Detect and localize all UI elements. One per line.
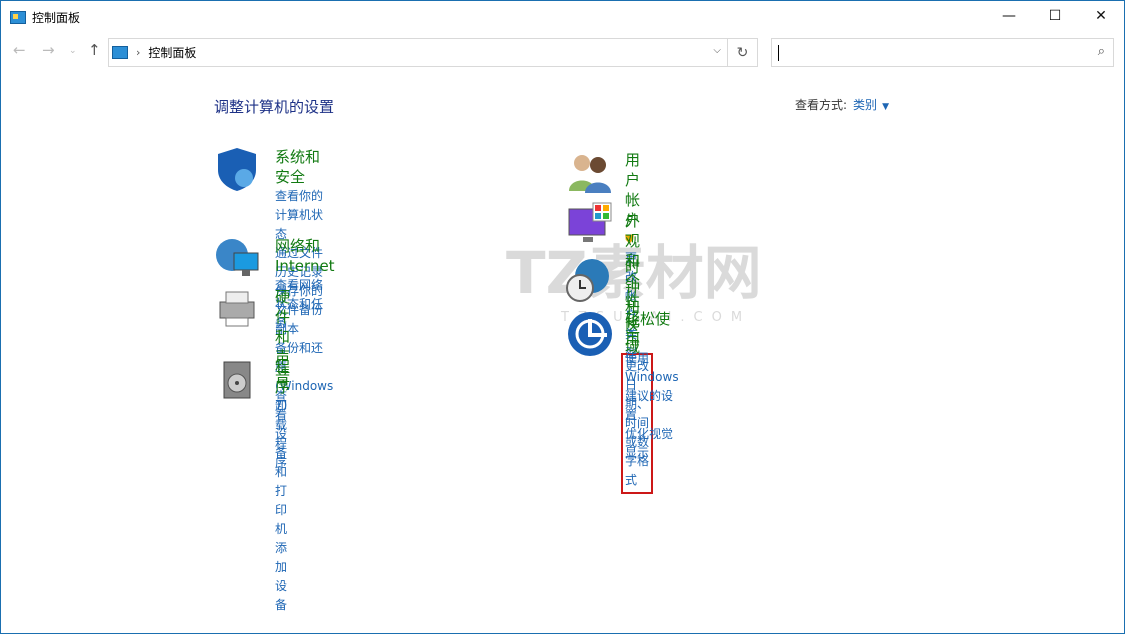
system-security-link[interactable]: 系统和安全 xyxy=(275,147,333,187)
address-bar[interactable]: › 控制面板 ⌵ ↻ xyxy=(108,38,758,67)
minimize-button[interactable]: — xyxy=(986,1,1032,31)
maximize-button[interactable]: ☐ xyxy=(1032,1,1078,31)
printer-icon xyxy=(219,291,255,327)
shield-icon xyxy=(218,148,256,191)
search-input[interactable]: ⌕ xyxy=(771,38,1114,67)
refresh-button[interactable]: ↻ xyxy=(727,39,757,66)
ease-of-access-icon xyxy=(568,312,612,356)
link-optimize-display[interactable]: 优化视觉显示 xyxy=(625,425,679,463)
programs-link[interactable]: 程序 xyxy=(275,357,290,397)
back-button[interactable]: ← xyxy=(13,41,26,59)
programs-icon xyxy=(223,361,251,399)
users-icon xyxy=(569,155,611,193)
network-internet-link[interactable]: 网络和 Internet xyxy=(275,236,335,276)
up-button[interactable]: ↑ xyxy=(88,41,101,59)
search-icon[interactable]: ⌕ xyxy=(1098,44,1105,59)
navigation-bar: ← → ⌄ ↑ › 控制面板 ⌵ ↻ ⌕ xyxy=(1,37,1124,67)
view-by: 查看方式: 类别 ▼ xyxy=(795,96,889,113)
page-title: 调整计算机的设置 xyxy=(214,98,335,116)
caret-down-icon[interactable]: ▼ xyxy=(882,102,889,112)
network-globe-icon xyxy=(216,239,259,276)
link-uninstall-program[interactable]: 卸载程序 xyxy=(275,397,290,473)
forward-button[interactable]: → xyxy=(42,41,55,59)
chevron-right-icon: › xyxy=(136,46,141,59)
link-add-device[interactable]: 添加设备 xyxy=(275,539,290,615)
control-panel-icon xyxy=(10,10,26,24)
breadcrumb[interactable]: 控制面板 xyxy=(148,44,196,61)
link-recommended-settings[interactable]: 使用 Windows 建议的设置 xyxy=(625,349,679,425)
clock-globe-icon xyxy=(566,259,609,302)
text-cursor xyxy=(778,45,779,61)
window-title: 控制面板 xyxy=(32,10,81,25)
ease-of-access-link[interactable]: 轻松使用 xyxy=(625,309,679,349)
appearance-monitor-icon xyxy=(568,202,612,242)
recent-dropdown-button[interactable]: ⌄ xyxy=(69,46,77,56)
view-by-label: 查看方式: xyxy=(795,98,848,112)
chevron-down-icon[interactable]: ⌵ xyxy=(713,45,721,56)
title-bar: 控制面板 — ☐ ✕ xyxy=(1,1,1124,33)
close-button[interactable]: ✕ xyxy=(1078,1,1124,31)
view-by-dropdown[interactable]: 类别 xyxy=(853,98,877,112)
control-panel-icon xyxy=(112,46,128,59)
